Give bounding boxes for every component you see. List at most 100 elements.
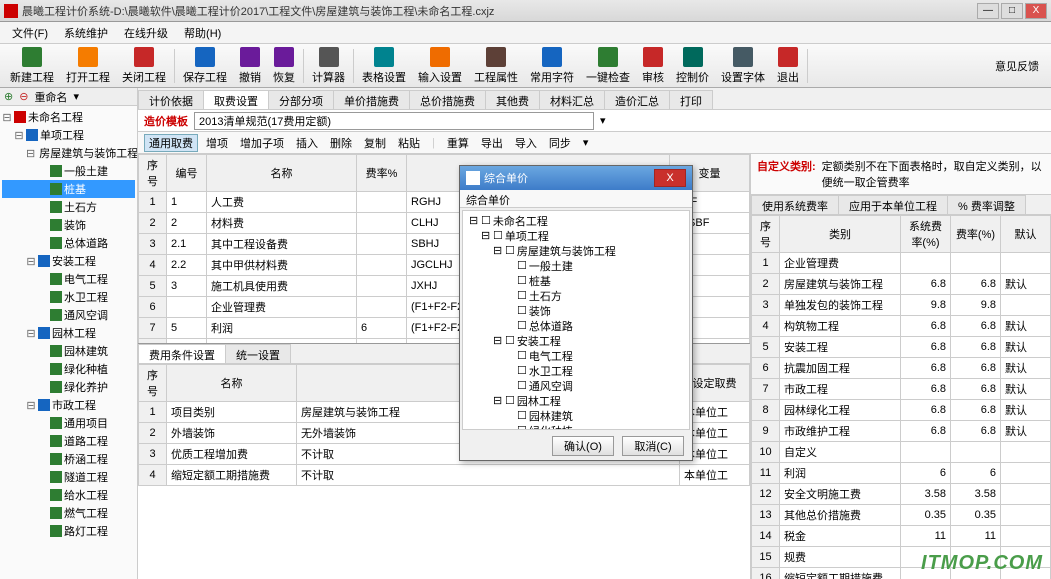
cell[interactable]: 6.8 — [901, 379, 951, 400]
cell[interactable]: 1 — [752, 253, 780, 274]
cell[interactable]: 9 — [752, 421, 780, 442]
cell[interactable]: 默认 — [1001, 421, 1051, 442]
right-tab[interactable]: % 费率调整 — [947, 195, 1026, 214]
tool-打开工程[interactable]: 打开工程 — [60, 47, 116, 85]
action-增加子项[interactable]: 增加子项 — [236, 135, 288, 151]
cell[interactable]: 税金 — [780, 526, 901, 547]
dialog-tree-node[interactable]: ☐一般土建 — [465, 258, 687, 273]
cell[interactable]: 2.1 — [167, 234, 207, 255]
cell[interactable]: 15 — [752, 547, 780, 568]
cell[interactable]: 默认 — [1001, 316, 1051, 337]
cell[interactable]: 单独发包的装饰工程 — [780, 295, 901, 316]
cell[interactable]: 默认 — [1001, 400, 1051, 421]
tool-退出[interactable]: 退出 — [771, 47, 805, 85]
tree-toggle-icon[interactable]: ⊟ — [481, 229, 491, 242]
cell[interactable]: 0.35 — [951, 505, 1001, 526]
tree-node[interactable]: 电气工程 — [2, 270, 135, 288]
project-tree[interactable]: ⊟未命名工程⊟单项工程⊟房屋建筑与装饰工程一般土建桩基土石方装饰总体道路⊟安装工… — [0, 106, 137, 542]
cell[interactable]: 默认 — [1001, 274, 1051, 295]
menu-item[interactable]: 在线升级 — [116, 23, 176, 43]
cell[interactable]: 市政维护工程 — [780, 421, 901, 442]
cell[interactable]: 7 — [139, 318, 167, 339]
cell[interactable] — [951, 442, 1001, 463]
cell[interactable]: 5 — [167, 318, 207, 339]
dialog-tree-node[interactable]: ☐总体道路 — [465, 318, 687, 333]
cell[interactable]: 默认 — [1001, 358, 1051, 379]
cell[interactable]: 1 — [139, 192, 167, 213]
checkbox-icon[interactable]: ☐ — [481, 214, 491, 227]
cell[interactable] — [1001, 295, 1051, 316]
cell[interactable]: 6 — [951, 463, 1001, 484]
action-插入[interactable]: 插入 — [292, 135, 322, 151]
col-header[interactable]: 系统费率(%) — [901, 216, 951, 253]
checkbox-icon[interactable]: ☐ — [517, 289, 527, 302]
checkbox-icon[interactable]: ☐ — [517, 349, 527, 362]
tree-node[interactable]: 隧道工程 — [2, 468, 135, 486]
cell[interactable]: 10 — [752, 442, 780, 463]
cell[interactable]: 6 — [901, 463, 951, 484]
cell[interactable] — [951, 253, 1001, 274]
tree-toggle-icon[interactable]: ⊟ — [26, 255, 36, 268]
cell[interactable]: 利润 — [780, 463, 901, 484]
cell[interactable]: 6.8 — [901, 400, 951, 421]
cell[interactable]: 企业管理费 — [780, 253, 901, 274]
tool-撤销[interactable]: 撤销 — [233, 47, 267, 85]
action-导入[interactable]: 导入 — [511, 135, 541, 151]
action-粘贴[interactable]: 粘贴 — [394, 135, 424, 151]
tree-node[interactable]: 土石方 — [2, 198, 135, 216]
col-header[interactable]: 默认 — [1001, 216, 1051, 253]
cell[interactable]: 6.8 — [901, 358, 951, 379]
cell[interactable]: 不计取 — [297, 465, 680, 486]
checkbox-icon[interactable]: ☐ — [517, 319, 527, 332]
tool-表格设置[interactable]: 表格设置 — [356, 47, 412, 85]
action-增项[interactable]: 增项 — [202, 135, 232, 151]
cell[interactable]: 外墙装饰 — [167, 423, 297, 444]
tree-node[interactable]: ⊟市政工程 — [2, 396, 135, 414]
minimize-button[interactable]: — — [977, 3, 999, 19]
tree-node[interactable]: 路灯工程 — [2, 522, 135, 540]
cell[interactable]: 3 — [139, 444, 167, 465]
tab-其他费[interactable]: 其他费 — [485, 90, 540, 109]
col-header[interactable]: 名称 — [207, 155, 357, 192]
cell[interactable]: 利润 — [207, 318, 357, 339]
cell[interactable]: 6.8 — [901, 274, 951, 295]
cell[interactable]: 12 — [752, 484, 780, 505]
rate-grid[interactable]: 序号类别系统费率(%)费率(%)默认1企业管理费2房屋建筑与装饰工程6.86.8… — [751, 215, 1051, 579]
cell[interactable]: 8 — [752, 400, 780, 421]
menu-item[interactable]: 帮助(H) — [176, 23, 229, 43]
table-row[interactable]: 5安装工程6.86.8默认 — [752, 337, 1051, 358]
dialog-tree-node[interactable]: ☐装饰 — [465, 303, 687, 318]
tree-node[interactable]: ⊟单项工程 — [2, 126, 135, 144]
tree-toggle-icon[interactable]: ⊟ — [493, 334, 503, 347]
cell[interactable] — [357, 192, 407, 213]
dialog-tree-node[interactable]: ☐园林建筑 — [465, 408, 687, 423]
table-row[interactable]: 9市政维护工程6.86.8默认 — [752, 421, 1051, 442]
cell[interactable]: 6.8 — [951, 400, 1001, 421]
cell[interactable]: 6.8 — [951, 421, 1001, 442]
tab-单价措施费[interactable]: 单价措施费 — [333, 90, 410, 109]
checkbox-icon[interactable]: ☐ — [505, 244, 515, 257]
col-header[interactable]: 费率(%) — [951, 216, 1001, 253]
action-重算[interactable]: 重算 — [443, 135, 473, 151]
cell[interactable]: 缩短定额工期措施费 — [167, 465, 297, 486]
tool-审核[interactable]: 审核 — [636, 47, 670, 85]
cell[interactable]: 5 — [752, 337, 780, 358]
cell[interactable]: 2.2 — [167, 255, 207, 276]
cell[interactable]: 默认 — [1001, 379, 1051, 400]
tree-node[interactable]: ⊟安装工程 — [2, 252, 135, 270]
delete-icon[interactable]: ⊖ — [19, 90, 28, 103]
subtab-费用条件设置[interactable]: 费用条件设置 — [138, 344, 226, 363]
tree-toggle-icon[interactable]: ⊟ — [469, 214, 479, 227]
maximize-button[interactable]: □ — [1001, 3, 1023, 19]
cell[interactable] — [901, 253, 951, 274]
col-header[interactable]: 序号 — [139, 365, 167, 402]
template-select[interactable]: 2013清单规范(17费用定额) — [194, 112, 594, 130]
tool-关闭工程[interactable]: 关闭工程 — [116, 47, 172, 85]
tab-取费设置[interactable]: 取费设置 — [203, 90, 269, 109]
cell[interactable]: 安全文明施工费 — [780, 484, 901, 505]
cell[interactable]: 园林绿化工程 — [780, 400, 901, 421]
tool-恢复[interactable]: 恢复 — [267, 47, 301, 85]
tree-node[interactable]: 绿化养护 — [2, 378, 135, 396]
cell[interactable]: 房屋建筑与装饰工程 — [780, 274, 901, 295]
cell[interactable] — [357, 213, 407, 234]
